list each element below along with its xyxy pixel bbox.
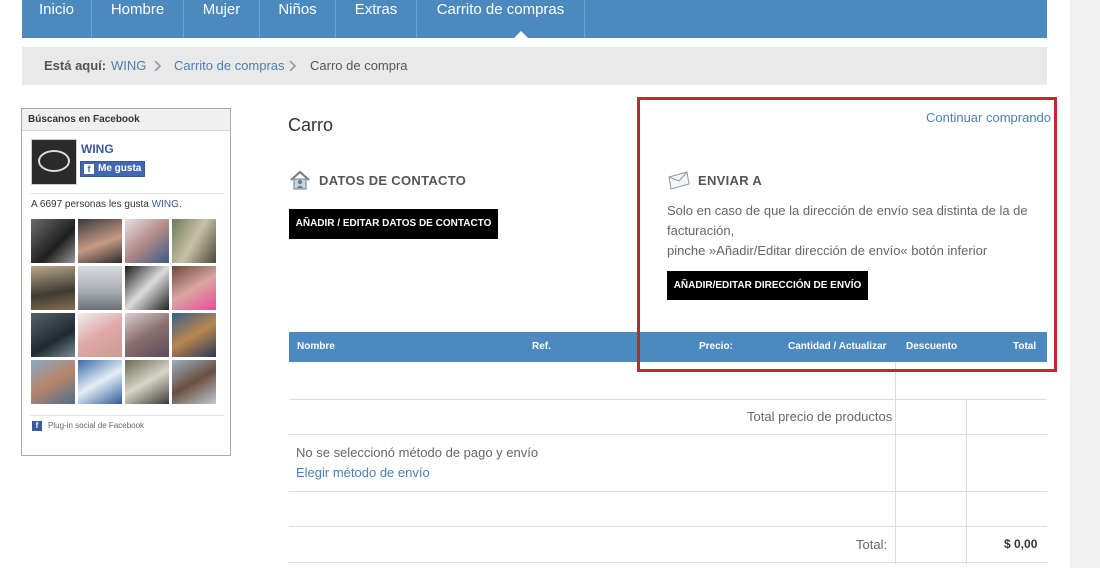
page-scroll-area — [1070, 0, 1100, 568]
fan-avatar[interactable] — [78, 219, 122, 263]
table-divider — [289, 434, 1047, 435]
fan-avatar[interactable] — [172, 219, 216, 263]
breadcrumb-link-home[interactable]: WING — [111, 47, 146, 85]
fan-avatar[interactable] — [78, 360, 122, 404]
choose-shipping-method-link[interactable]: Elegir método de envío — [296, 465, 430, 480]
breadcrumb-link-cart[interactable]: Carrito de compras — [174, 47, 285, 85]
table-divider — [289, 491, 1047, 492]
chevron-right-icon — [154, 61, 162, 71]
nav-label: Extras — [354, 1, 398, 18]
table-divider — [895, 362, 896, 564]
like-button[interactable]: f Me gusta — [80, 161, 145, 177]
contact-house-icon — [290, 170, 310, 190]
breadcrumb: Está aquí: WING Carrito de compras Carro… — [22, 47, 1047, 85]
fan-avatar[interactable] — [31, 219, 75, 263]
fan-avatar[interactable] — [31, 266, 75, 310]
fan-avatar[interactable] — [78, 313, 122, 357]
fan-avatar[interactable] — [78, 266, 122, 310]
nav-label: Carrito de compras — [436, 1, 565, 18]
fan-avatar[interactable] — [31, 313, 75, 357]
divider — [30, 415, 224, 416]
nav-item-mujer[interactable]: Mujer — [184, 0, 260, 38]
nav-item-extras[interactable]: Extras — [336, 0, 417, 38]
column-header-ref: Ref. — [532, 341, 551, 352]
fan-avatar[interactable] — [172, 266, 216, 310]
breadcrumb-label: Está aquí: — [44, 58, 107, 73]
highlight-box — [637, 97, 1057, 372]
table-divider — [289, 399, 1047, 400]
page-logo[interactable] — [31, 139, 77, 185]
nav-label: Mujer — [202, 1, 241, 18]
chevron-right-icon — [289, 61, 297, 71]
fan-avatar[interactable] — [125, 313, 169, 357]
nav-item-hombre[interactable]: Hombre — [92, 0, 184, 38]
facebook-icon: f — [32, 421, 42, 431]
breadcrumb-current: Carro de compra — [310, 58, 408, 73]
nav-label: Hombre — [110, 1, 165, 18]
active-nav-indicator — [514, 31, 528, 38]
edit-contact-button[interactable]: AÑADIR / EDITAR DATOS DE CONTACTO — [289, 209, 498, 239]
nav-item-carrito[interactable]: Carrito de compras — [417, 0, 585, 38]
total-value: $ 0,00 — [1004, 537, 1038, 551]
facebook-plugin-label: Plug-in social de Facebook — [48, 421, 145, 430]
total-label: Total: — [856, 537, 888, 552]
no-method-text: No se seleccionó método de pago y envío — [296, 445, 539, 460]
page-title: Carro — [288, 115, 334, 135]
products-total-label: Total precio de productos — [747, 409, 893, 424]
facebook-plugin-link[interactable]: f Plug-in social de Facebook — [32, 420, 144, 432]
fan-avatar[interactable] — [125, 219, 169, 263]
like-count-text: A 6697 personas les gusta — [31, 199, 149, 210]
fan-avatar[interactable] — [172, 313, 216, 357]
nav-label: Niños — [278, 1, 317, 18]
facebook-widget: Búscanos en Facebook WING f Me gusta A 6… — [21, 108, 231, 456]
like-count: A 6697 personas les gusta WING. — [31, 199, 182, 210]
table-divider — [966, 399, 967, 564]
nav-item-inicio[interactable]: Inicio — [22, 0, 92, 38]
like-button-label: Me gusta — [98, 163, 142, 174]
facebook-icon: f — [84, 164, 94, 174]
like-count-link[interactable]: WING — [152, 199, 179, 210]
fan-avatar[interactable] — [172, 360, 216, 404]
fan-avatar[interactable] — [125, 266, 169, 310]
divider — [30, 193, 224, 194]
table-divider — [289, 526, 1047, 527]
contact-section-title: DATOS DE CONTACTO — [319, 173, 467, 188]
column-header-name: Nombre — [297, 341, 335, 352]
nav-label: Inicio — [38, 1, 75, 18]
nav-item-ninos[interactable]: Niños — [260, 0, 336, 38]
like-count-end: . — [178, 199, 182, 210]
facebook-widget-title: Búscanos en Facebook — [22, 109, 230, 131]
table-divider — [289, 562, 1047, 563]
fan-avatar[interactable] — [125, 360, 169, 404]
facebook-page-name[interactable]: WING — [81, 142, 114, 156]
fan-avatar[interactable] — [31, 360, 75, 404]
main-nav: Inicio Hombre Mujer Niños Extras Carrito… — [22, 0, 1047, 38]
